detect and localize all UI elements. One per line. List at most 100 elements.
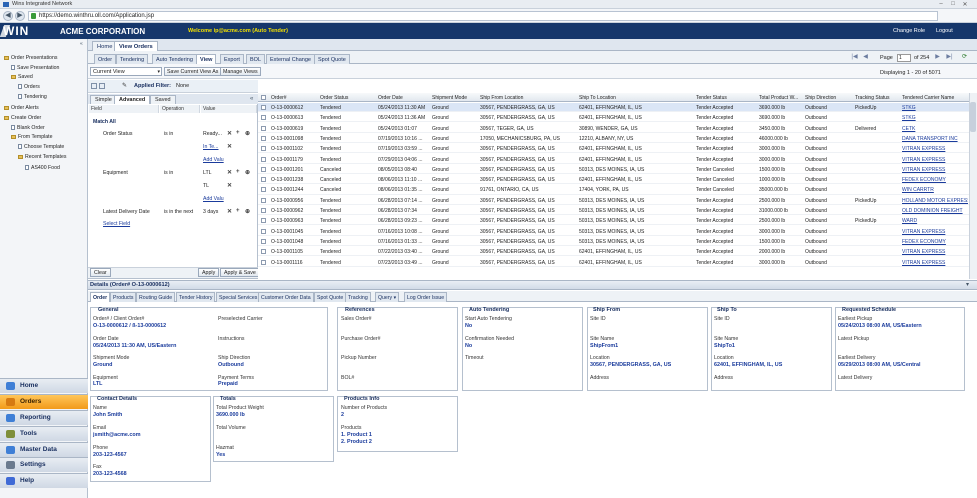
grid-column-header[interactable]: Order Status	[320, 95, 348, 101]
sidebar-nav-reporting[interactable]: Reporting	[0, 410, 88, 425]
sidebar-nav-home[interactable]: Home	[0, 378, 88, 393]
filter-field[interactable]: Equipment	[103, 170, 128, 176]
grid-column-header[interactable]: Ship From Location	[480, 95, 523, 101]
remove-value-icon[interactable]: ✕	[227, 182, 232, 189]
detail-tab[interactable]: Products	[110, 292, 137, 302]
grid-column-header[interactable]: Shipment Mode	[432, 95, 467, 101]
match-all-label[interactable]: Match All	[93, 119, 116, 125]
back-icon[interactable]: ◀	[3, 11, 13, 21]
table-cell[interactable]: FEDEX ECONOMY	[902, 177, 968, 183]
row-checkbox[interactable]	[261, 259, 266, 265]
sidebar-tree-item[interactable]: From Template	[11, 134, 53, 140]
page-number-input[interactable]: 1	[897, 54, 911, 62]
detail-tab[interactable]: Tracking	[345, 292, 371, 302]
filter-operation[interactable]: is in	[164, 170, 173, 176]
add-value-link[interactable]: Add Valu	[203, 196, 224, 202]
row-checkbox[interactable]	[261, 208, 266, 213]
row-checkbox[interactable]	[261, 177, 266, 183]
grid-column-header[interactable]: Order Date	[378, 95, 403, 101]
grid-column-header[interactable]: Tendered Carrier Name	[902, 95, 954, 101]
row-checkbox[interactable]	[261, 105, 266, 110]
row-checkbox[interactable]	[261, 218, 266, 224]
table-cell[interactable]: DANA TRANSPORT INC	[902, 136, 968, 142]
refresh-icon[interactable]: ⟳	[961, 54, 968, 61]
row-checkbox[interactable]	[261, 146, 266, 152]
remove-value-icon[interactable]: ✕	[227, 130, 232, 137]
table-cell[interactable]: WARD	[902, 218, 968, 224]
filter-value[interactable]: TL	[203, 183, 209, 189]
prev-page-icon[interactable]: ◀	[862, 54, 869, 61]
row-checkbox[interactable]	[261, 135, 266, 141]
table-cell[interactable]: VITRAN EXPRESS	[902, 249, 968, 255]
tab-external-change[interactable]: External Change	[266, 54, 315, 64]
collapse-sidebar-icon[interactable]: «	[80, 41, 86, 47]
add-row-icon[interactable]: +	[236, 169, 240, 175]
add-row-icon[interactable]: +	[236, 130, 240, 136]
change-role-link[interactable]: Change Role	[893, 28, 925, 34]
table-cell[interactable]: WIN CARRTR	[902, 187, 968, 193]
table-cell[interactable]: OLD DOMINION FREIGHT	[902, 208, 968, 214]
move-icon[interactable]: ⊕	[245, 208, 250, 215]
sidebar-tree-item[interactable]: Save Presentation	[11, 65, 59, 71]
table-cell[interactable]: HOLLAND MOTOR EXPRESS	[902, 198, 968, 204]
sidebar-tree-item[interactable]: Orders	[18, 84, 40, 90]
clear-button[interactable]: Clear	[90, 268, 111, 277]
detail-tab[interactable]: Routing Guide	[136, 292, 176, 302]
tab-auto-tendering[interactable]: Auto Tendering	[152, 54, 197, 64]
row-checkbox[interactable]	[261, 115, 266, 121]
maximize-icon[interactable]: □	[948, 1, 958, 7]
tab-saved[interactable]: Saved	[150, 95, 176, 104]
first-page-icon[interactable]: |◀	[851, 54, 858, 61]
grid-column-header[interactable]: Ship Direction	[805, 95, 836, 101]
last-page-icon[interactable]: ▶|	[946, 54, 953, 61]
sidebar-nav-master-data[interactable]: Master Data	[0, 442, 88, 457]
table-cell[interactable]: STKG	[902, 115, 968, 121]
manage-views-button[interactable]: Manage Views	[220, 67, 261, 76]
remove-value-icon[interactable]: ✕	[227, 208, 232, 215]
detail-tab[interactable]: Query ▾	[375, 292, 400, 302]
sidebar-tree-item[interactable]: Choose Template	[18, 144, 64, 150]
tab-tendering[interactable]: Tendering	[116, 54, 149, 64]
sidebar-tree-item[interactable]: Order Alerts	[4, 105, 39, 111]
tab-bol[interactable]: BOL	[246, 54, 266, 64]
filter-clear-icon[interactable]	[99, 83, 105, 89]
sidebar-tree-item[interactable]: Recent Templates	[18, 154, 66, 160]
tab-view[interactable]: View	[196, 54, 217, 64]
sidebar-tree-item[interactable]: Tendering	[18, 94, 47, 100]
minimize-icon[interactable]: –	[936, 1, 946, 7]
forward-icon[interactable]: ▶	[15, 11, 25, 21]
product-item[interactable]: 1. Product 1	[341, 432, 372, 438]
filter-value[interactable]: Ready...	[203, 131, 222, 137]
filter-value[interactable]: LTL	[203, 170, 212, 176]
table-cell[interactable]: STKG	[902, 105, 968, 111]
grid-column-header[interactable]: Ship To Location	[579, 95, 616, 101]
sidebar-tree-item[interactable]: Create Order	[4, 115, 41, 121]
grid-scroll-thumb[interactable]	[970, 102, 976, 132]
row-checkbox[interactable]	[261, 125, 266, 131]
move-icon[interactable]: ⊕	[245, 130, 250, 137]
detail-tab[interactable]: Special Services	[216, 292, 261, 302]
sidebar-tree-item[interactable]: AS400 Food	[25, 165, 60, 171]
product-item[interactable]: 2. Product 2	[341, 439, 372, 445]
filter-value[interactable]: In Te...	[203, 144, 218, 150]
view-select[interactable]: Current View	[90, 67, 162, 76]
apply-save-button[interactable]: Apply & Save	[220, 268, 260, 277]
grid-column-header[interactable]: Total Product W...	[759, 95, 798, 101]
logout-link[interactable]: Logout	[936, 28, 953, 34]
filter-icon[interactable]	[91, 83, 97, 89]
row-checkbox[interactable]	[261, 187, 266, 193]
table-cell[interactable]: FEDEX ECONOMY	[902, 239, 968, 245]
next-page-icon[interactable]: ▶	[934, 54, 941, 61]
tab-advanced[interactable]: Advanced	[114, 95, 151, 104]
apply-button[interactable]: Apply	[198, 268, 220, 277]
tab-view-orders[interactable]: View Orders	[114, 41, 158, 51]
close-icon[interactable]: ✕	[960, 1, 970, 8]
table-cell[interactable]: VITRAN EXPRESS	[902, 260, 968, 266]
collapse-filter-icon[interactable]: «	[250, 96, 253, 102]
row-checkbox[interactable]	[261, 238, 266, 244]
url-input[interactable]: https://demo.winthru.oll.com/Application…	[28, 11, 938, 21]
sidebar-nav-tools[interactable]: Tools	[0, 426, 88, 441]
table-cell[interactable]: VITRAN EXPRESS	[902, 146, 968, 152]
collapse-details-icon[interactable]: ▾	[966, 281, 969, 288]
add-row-icon[interactable]: +	[236, 208, 240, 214]
